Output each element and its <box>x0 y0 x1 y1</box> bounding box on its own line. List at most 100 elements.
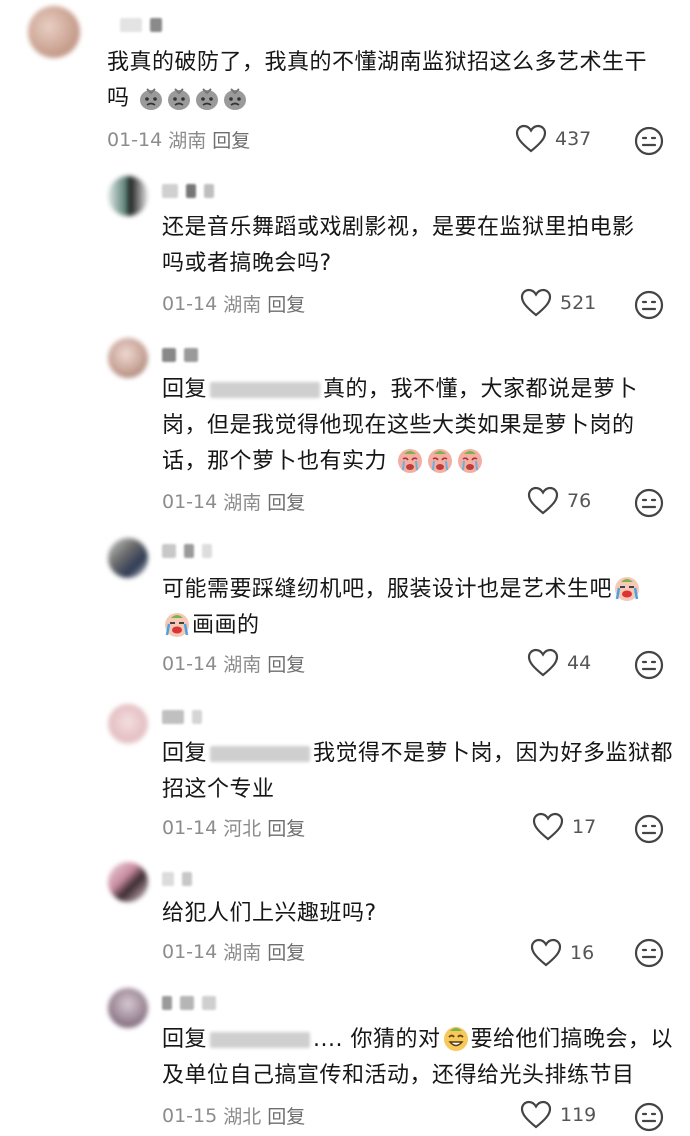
reply-item: 回复.... 你猜的对 要给他们搞晚会，以 及单位自己搞宣传和活动，还得给光头排练… <box>0 982 690 1134</box>
reply-prefix: 回复 <box>162 741 208 766</box>
username[interactable] <box>162 344 198 366</box>
username[interactable] <box>162 992 216 1014</box>
heart-icon <box>515 124 547 154</box>
comment-meta: 01-14 河北 回复 <box>162 814 305 841</box>
dislike-button[interactable] <box>634 1102 664 1136</box>
avatar[interactable] <box>108 538 148 578</box>
dislike-button[interactable] <box>634 290 664 324</box>
mentioned-username[interactable] <box>210 746 311 762</box>
comment-date: 01-14 <box>162 816 218 839</box>
meh-face-icon <box>634 290 664 320</box>
avatar[interactable] <box>28 6 80 58</box>
comment-date: 01-14 <box>162 490 218 513</box>
comment-region: 河北 <box>223 818 262 840</box>
avatar[interactable] <box>108 862 148 902</box>
heart-icon <box>532 812 564 842</box>
like-count: 17 <box>572 816 597 838</box>
comment-text-line: 招这个专业 <box>162 777 275 802</box>
dislike-button[interactable] <box>634 650 664 684</box>
comment-date: 01-14 <box>162 652 218 675</box>
username[interactable] <box>162 540 212 562</box>
crying-face-emoji <box>456 446 484 486</box>
like-button[interactable]: 16 <box>530 938 594 968</box>
reply-item: 还是音乐舞蹈或戏剧影视，是要在监狱里拍电影 吗或者搞晚会吗? 01-14 湖南 … <box>0 170 690 332</box>
comment-text: .... <box>313 1027 343 1052</box>
comment-region: 湖南 <box>168 130 207 152</box>
comment-text-line: 及单位自己搞宣传和活动，还得给光头排练节目 <box>162 1063 635 1088</box>
comment-text: 真的，我不懂，大家都说是萝卜 <box>323 377 639 402</box>
meh-face-icon <box>634 938 664 968</box>
like-button[interactable]: 44 <box>527 648 591 678</box>
reply-button[interactable]: 回复 <box>267 650 305 677</box>
comment-meta: 01-14 湖南 回复 <box>107 126 250 153</box>
dislike-button[interactable] <box>634 938 664 972</box>
reply-button[interactable]: 回复 <box>267 1102 305 1129</box>
comment-item: 我真的破防了，我真的不懂湖南监狱招这么多艺术生干 吗 01-14 湖南 回复 4… <box>0 0 690 170</box>
comment-text: 我觉得不是萝卜岗，因为好多监狱都 <box>313 741 674 766</box>
username[interactable] <box>162 180 214 202</box>
comment-text-line: 话，那个萝卜也有实力 <box>162 444 485 486</box>
comment-text-line: 吗或者搞晚会吗? <box>162 251 332 276</box>
reply-button[interactable]: 回复 <box>267 814 305 841</box>
comment-region: 湖南 <box>223 654 262 676</box>
comment-region: 湖南 <box>223 492 262 514</box>
comment-date: 01-14 <box>162 940 218 963</box>
reply-item: 回复 我觉得不是萝卜岗，因为好多监狱都 招这个专业 01-14 河北 回复 17 <box>0 694 690 854</box>
reply-item: 回复 真的，我不懂，大家都说是萝卜 岗，但是我觉得他现在这些大类如果是萝卜岗的 话… <box>0 332 690 528</box>
comment-text: 话，那个萝卜也有实力 <box>162 449 388 474</box>
comment-date: 01-14 <box>107 128 163 151</box>
username[interactable] <box>162 706 202 728</box>
mentioned-username[interactable] <box>210 1032 311 1048</box>
cry-sack-emoji <box>222 85 248 123</box>
crying-face-emoji <box>426 446 454 486</box>
comment-meta: 01-14 湖南 回复 <box>162 488 305 515</box>
like-button[interactable]: 119 <box>520 1100 596 1130</box>
like-count: 521 <box>560 292 597 314</box>
like-button[interactable]: 521 <box>520 288 596 318</box>
reply-item: 可能需要踩缝纫机吧，服装设计也是艺术生吧 画画的 01-14 湖南 回复 44 <box>0 530 690 692</box>
comment-text: 要给他们搞晚会，以 <box>470 1027 674 1052</box>
comment-text: 可能需要踩缝纫机吧，服装设计也是艺术生吧 <box>162 577 613 602</box>
comment-text: 你猜的对 <box>350 1027 441 1052</box>
meh-face-icon <box>634 650 664 680</box>
comment-text-line: 我真的破防了，我真的不懂湖南监狱招这么多艺术生干 <box>107 50 648 75</box>
avatar[interactable] <box>108 338 148 378</box>
comment-text-line: 画画的 <box>162 608 260 650</box>
mentioned-username[interactable] <box>210 382 321 398</box>
cry-sack-emoji <box>166 85 192 123</box>
reply-item: 给犯人们上兴趣班吗? 01-14 湖南 回复 16 <box>0 856 690 982</box>
reply-button[interactable]: 回复 <box>267 488 305 515</box>
reply-button[interactable]: 回复 <box>212 126 250 153</box>
username[interactable] <box>162 868 192 890</box>
avatar[interactable] <box>108 176 148 216</box>
meh-face-icon <box>634 126 664 156</box>
reply-prefix: 回复 <box>162 1027 208 1052</box>
comment-meta: 01-14 湖南 回复 <box>162 290 305 317</box>
reply-button[interactable]: 回复 <box>267 290 305 317</box>
cry-sack-emoji <box>138 85 164 123</box>
like-button[interactable]: 437 <box>515 124 591 154</box>
comment-text-line: 回复 真的，我不懂，大家都说是萝卜 <box>162 372 638 408</box>
avatar[interactable] <box>108 704 148 744</box>
meh-face-icon <box>634 814 664 844</box>
dislike-button[interactable] <box>634 814 664 848</box>
comment-date: 01-14 <box>162 292 218 315</box>
dislike-button[interactable] <box>634 126 664 160</box>
like-button[interactable]: 17 <box>532 812 596 842</box>
reply-button[interactable]: 回复 <box>267 938 305 965</box>
username[interactable] <box>120 14 162 36</box>
like-count: 437 <box>555 128 592 150</box>
comment-text-line: 吗 <box>107 81 249 123</box>
comment-text-line: 回复 我觉得不是萝卜岗，因为好多监狱都 <box>162 736 673 772</box>
comment-text: 吗 <box>107 86 130 111</box>
heart-icon <box>520 288 552 318</box>
comment-meta: 01-15 湖北 回复 <box>162 1102 305 1129</box>
reply-prefix: 回复 <box>162 377 208 402</box>
crying-face-emoji <box>396 446 424 486</box>
dislike-button[interactable] <box>634 488 664 522</box>
comment-text-line: 还是音乐舞蹈或戏剧影视，是要在监狱里拍电影 <box>162 215 635 240</box>
cry-sack-emoji <box>194 85 220 123</box>
like-button[interactable]: 76 <box>527 486 591 516</box>
avatar[interactable] <box>108 988 148 1028</box>
like-count: 76 <box>567 490 592 512</box>
